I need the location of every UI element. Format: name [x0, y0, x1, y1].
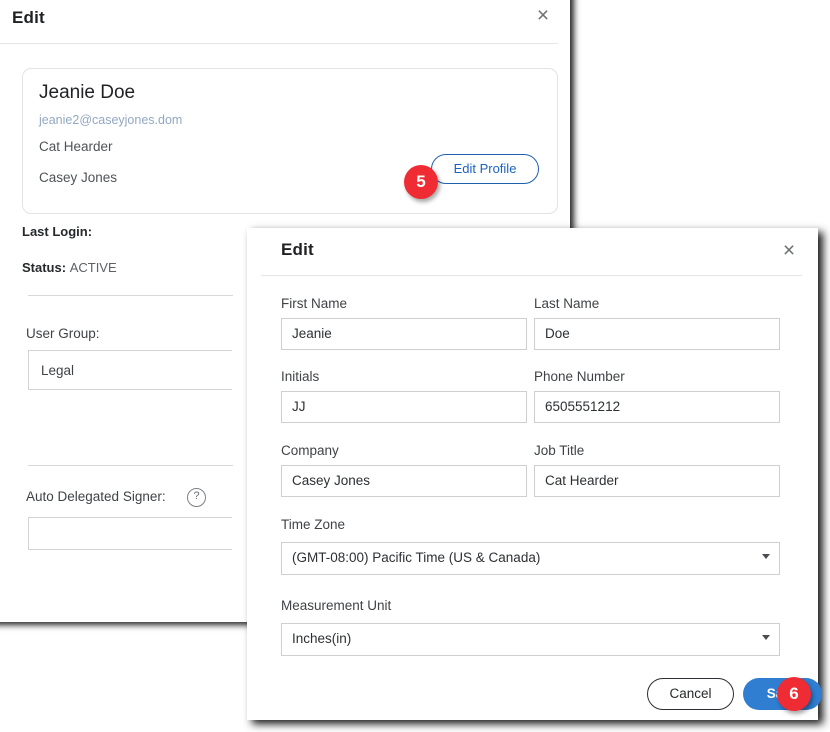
- chevron-down-icon: [762, 635, 770, 640]
- help-icon[interactable]: ?: [187, 488, 206, 507]
- status-label: Status:: [22, 260, 67, 275]
- phone-number-input[interactable]: 6505551212: [534, 391, 780, 423]
- time-zone-label: Time Zone: [281, 517, 346, 532]
- last-name-value: Doe: [545, 326, 570, 341]
- callout-badge-5: 5: [404, 165, 438, 199]
- edit-dialog: Edit × First Name Jeanie Last Name Doe I…: [247, 228, 822, 720]
- last-name-label: Last Name: [534, 296, 600, 311]
- initials-value: JJ: [292, 399, 306, 414]
- first-name-label: First Name: [281, 296, 348, 311]
- time-zone-select[interactable]: (GMT-08:00) Pacific Time (US & Canada): [281, 542, 780, 575]
- callout-badge-6: 6: [777, 677, 811, 711]
- close-icon[interactable]: ×: [530, 3, 556, 29]
- phone-number-value: 6505551212: [545, 399, 621, 414]
- job-title-input[interactable]: Cat Hearder: [534, 465, 780, 497]
- phone-number-label: Phone Number: [534, 369, 625, 384]
- dialog-title: Edit: [281, 240, 314, 259]
- profile-name: Jeanie Doe: [39, 82, 136, 103]
- profile-company: Casey Jones: [39, 170, 118, 185]
- company-input[interactable]: Casey Jones: [281, 465, 527, 497]
- measurement-unit-value: Inches(in): [292, 631, 352, 646]
- section-divider-1: [28, 295, 233, 296]
- company-value: Casey Jones: [292, 473, 371, 488]
- close-icon[interactable]: ×: [776, 238, 802, 264]
- initials-input[interactable]: JJ: [281, 391, 527, 423]
- profile-email[interactable]: jeanie2@caseyjones.dom: [39, 113, 182, 127]
- section-divider-2: [28, 465, 233, 466]
- header-divider: [0, 43, 558, 44]
- status-badge: ACTIVE: [69, 260, 117, 275]
- job-title-value: Cat Hearder: [545, 473, 619, 488]
- chevron-down-icon: [762, 554, 770, 559]
- first-name-value: Jeanie: [292, 326, 332, 341]
- profile-job-title: Cat Hearder: [39, 139, 113, 154]
- auto-delegated-signer-field[interactable]: [28, 517, 232, 550]
- edit-profile-button[interactable]: Edit Profile: [431, 154, 539, 184]
- last-login-label: Last Login:: [22, 224, 93, 239]
- user-group-field[interactable]: Legal: [28, 350, 232, 390]
- company-label: Company: [281, 443, 339, 458]
- user-group-value: Legal: [41, 363, 75, 378]
- user-group-label: User Group:: [26, 326, 100, 341]
- auto-delegated-signer-label: Auto Delegated Signer:: [26, 489, 166, 504]
- measurement-unit-select[interactable]: Inches(in): [281, 623, 780, 656]
- initials-label: Initials: [281, 369, 320, 384]
- first-name-input[interactable]: Jeanie: [281, 318, 527, 350]
- status-row: Status: ACTIVE: [22, 260, 117, 275]
- profile-card: Jeanie Doe jeanie2@caseyjones.dom Cat He…: [22, 68, 558, 214]
- measurement-unit-label: Measurement Unit: [281, 598, 392, 613]
- time-zone-value: (GMT-08:00) Pacific Time (US & Canada): [292, 550, 541, 565]
- dialog-header-divider: [261, 275, 802, 276]
- cancel-button[interactable]: Cancel: [647, 678, 734, 710]
- last-name-input[interactable]: Doe: [534, 318, 780, 350]
- panel-header: Edit ×: [0, 0, 570, 46]
- job-title-label: Job Title: [534, 443, 585, 458]
- panel-title: Edit: [12, 8, 45, 27]
